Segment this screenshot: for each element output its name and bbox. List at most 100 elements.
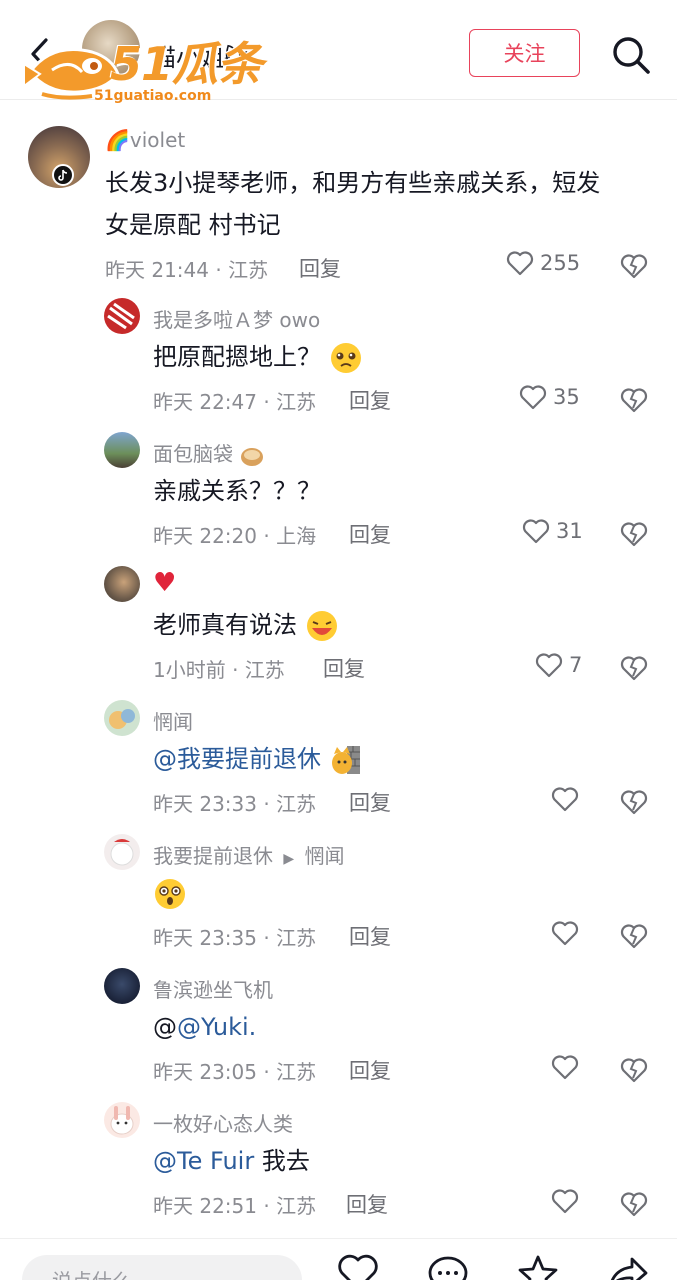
avatar[interactable] — [104, 968, 140, 1004]
comment-input-placeholder: 说点什么... — [52, 1265, 151, 1280]
username[interactable]: 我是多啦Ａ梦 owo — [153, 304, 320, 333]
heart-icon — [551, 1189, 579, 1214]
broken-heart-icon[interactable] — [620, 922, 648, 950]
like-button[interactable] — [551, 786, 579, 812]
watermark-title: 51瓜条 — [110, 37, 263, 91]
avatar[interactable] — [104, 834, 140, 870]
comment-text-body: 老师真有说法 — [153, 611, 297, 639]
share-icon[interactable] — [606, 1253, 650, 1280]
follow-button[interactable]: 关注 — [469, 29, 580, 77]
comment-text-body: 我去 — [254, 1147, 310, 1175]
heart-icon — [506, 251, 534, 276]
mention-link[interactable]: @Yuki. — [177, 1013, 256, 1041]
username[interactable]: ♥ — [153, 568, 176, 598]
watermark-logo: 51瓜条 51guatiao.com — [22, 26, 263, 108]
reply-item: ♥ 老师真有说法 1小时前 · 江苏 回复 7 — [0, 566, 677, 692]
heart-icon[interactable] — [336, 1253, 380, 1280]
like-count: 255 — [540, 251, 581, 275]
comment-icon[interactable] — [426, 1253, 470, 1280]
reply-item: 鲁滨逊坐飞机 @@Yuki. 昨天 23:05 · 江苏 回复 — [0, 968, 677, 1094]
like-button[interactable] — [551, 1054, 579, 1080]
broken-heart-icon[interactable] — [620, 386, 648, 414]
reply-button[interactable]: 回复 — [349, 921, 391, 951]
reply-arrow-icon: ▶ — [283, 851, 295, 867]
like-button[interactable]: 35 — [519, 384, 580, 410]
broken-heart-icon[interactable] — [620, 520, 648, 548]
bottom-action-bar: 说点什么... — [0, 1238, 677, 1280]
reply-item: 面包脑袋 亲戚关系？？？ 昨天 22:20 · 上海 回复 31 — [0, 432, 677, 558]
heart-icon — [551, 921, 579, 946]
comment-time: 昨天 22:47 · 江苏 — [153, 390, 317, 414]
broken-heart-icon[interactable] — [620, 1190, 648, 1218]
comment-text — [153, 872, 187, 914]
comment-item: 🌈violet 长发3小提琴老师，和男方有些亲戚关系，短发 女是原配 村书记 昨… — [0, 100, 677, 290]
like-button[interactable] — [551, 920, 579, 946]
comment-time: 昨天 21:44 · 江苏 — [105, 258, 269, 282]
like-button[interactable]: 255 — [506, 250, 580, 276]
username[interactable]: 一枚好心态人类 — [153, 1108, 293, 1137]
mention-link[interactable]: @我要提前退休 — [153, 745, 321, 773]
avatar[interactable] — [104, 566, 140, 602]
mention-link[interactable]: @Te Fuir — [153, 1147, 254, 1175]
broken-heart-icon[interactable] — [620, 788, 648, 816]
avatar[interactable] — [104, 432, 140, 468]
reply-button[interactable]: 回复 — [349, 385, 391, 415]
bread-emoji-icon — [241, 447, 264, 466]
top-bar: 猫小姐🐱 关注 51瓜条 51guatiao.com — [0, 0, 677, 104]
broken-heart-icon[interactable] — [620, 1056, 648, 1084]
username-text: 面包脑袋 — [153, 442, 233, 466]
comment-time: 昨天 23:35 · 江苏 — [153, 926, 317, 950]
heart-icon — [551, 787, 579, 812]
broken-heart-icon[interactable] — [620, 654, 648, 682]
avatar[interactable] — [104, 298, 140, 334]
username[interactable]: 🌈violet — [105, 128, 185, 152]
comment-text: 亲戚关系？？？ — [153, 477, 321, 505]
comment-time: 1小时前 · 江苏 — [153, 658, 285, 682]
comment-text: 老师真有说法 — [153, 604, 339, 646]
reply-item: 一枚好心态人类 @Te Fuir 我去 昨天 22:51 · 江苏 回复 — [0, 1102, 677, 1228]
avatar[interactable] — [104, 700, 140, 736]
shocked-emoji-icon — [155, 879, 185, 909]
comment-text-prefix: @ — [153, 1013, 177, 1041]
like-button[interactable]: 7 — [535, 652, 582, 678]
heart-icon — [522, 519, 550, 544]
comment-time: 昨天 22:20 · 上海 — [153, 524, 317, 548]
search-icon[interactable] — [610, 34, 652, 76]
comment-text: @Te Fuir 我去 — [153, 1140, 310, 1182]
reply-target: 惘闻 — [304, 844, 345, 868]
tiktok-badge-icon — [52, 164, 74, 186]
comment-text: @我要提前退休 — [153, 738, 363, 780]
comment-list[interactable]: 🌈violet 长发3小提琴老师，和男方有些亲戚关系，短发 女是原配 村书记 昨… — [0, 100, 677, 1238]
cat-wall-emoji-icon — [331, 746, 360, 774]
username[interactable]: 鲁滨逊坐飞机 — [153, 974, 273, 1003]
heart-icon — [519, 385, 547, 410]
comment-time: 昨天 22:51 · 江苏 — [153, 1194, 317, 1218]
reply-button[interactable]: 回复 — [299, 253, 341, 283]
pleading-emoji-icon — [330, 343, 361, 373]
reply-button[interactable]: 回复 — [346, 1189, 388, 1219]
star-icon[interactable] — [516, 1253, 560, 1280]
username[interactable]: 我要提前退休 ▶ 惘闻 — [153, 840, 345, 869]
like-button[interactable] — [551, 1188, 579, 1214]
like-count: 7 — [569, 653, 583, 677]
username[interactable]: 惘闻 — [153, 706, 193, 735]
comment-time: 昨天 23:05 · 江苏 — [153, 1060, 317, 1084]
broken-heart-icon[interactable] — [620, 252, 648, 280]
heart-icon — [551, 1055, 579, 1080]
avatar[interactable] — [104, 1102, 140, 1138]
laughing-emoji-icon — [306, 611, 337, 641]
username[interactable]: 面包脑袋 — [153, 438, 265, 469]
reply-button[interactable]: 回复 — [349, 519, 391, 549]
comment-text: @@Yuki. — [153, 1006, 256, 1048]
reply-item: 惘闻 @我要提前退休 昨天 23:33 · 江苏 回复 — [0, 700, 677, 826]
heart-icon — [535, 653, 563, 678]
comment-input[interactable]: 说点什么... — [22, 1255, 302, 1280]
reply-button[interactable]: 回复 — [349, 1055, 391, 1085]
reply-button[interactable]: 回复 — [349, 787, 391, 817]
like-count: 31 — [556, 519, 583, 543]
like-count: 35 — [553, 385, 580, 409]
reply-item: 我要提前退休 ▶ 惘闻 昨天 23:35 · 江苏 回复 — [0, 834, 677, 960]
comment-text: 长发3小提琴老师，和男方有些亲戚关系，短发 — [105, 169, 601, 197]
like-button[interactable]: 31 — [522, 518, 583, 544]
reply-button[interactable]: 回复 — [323, 653, 365, 683]
